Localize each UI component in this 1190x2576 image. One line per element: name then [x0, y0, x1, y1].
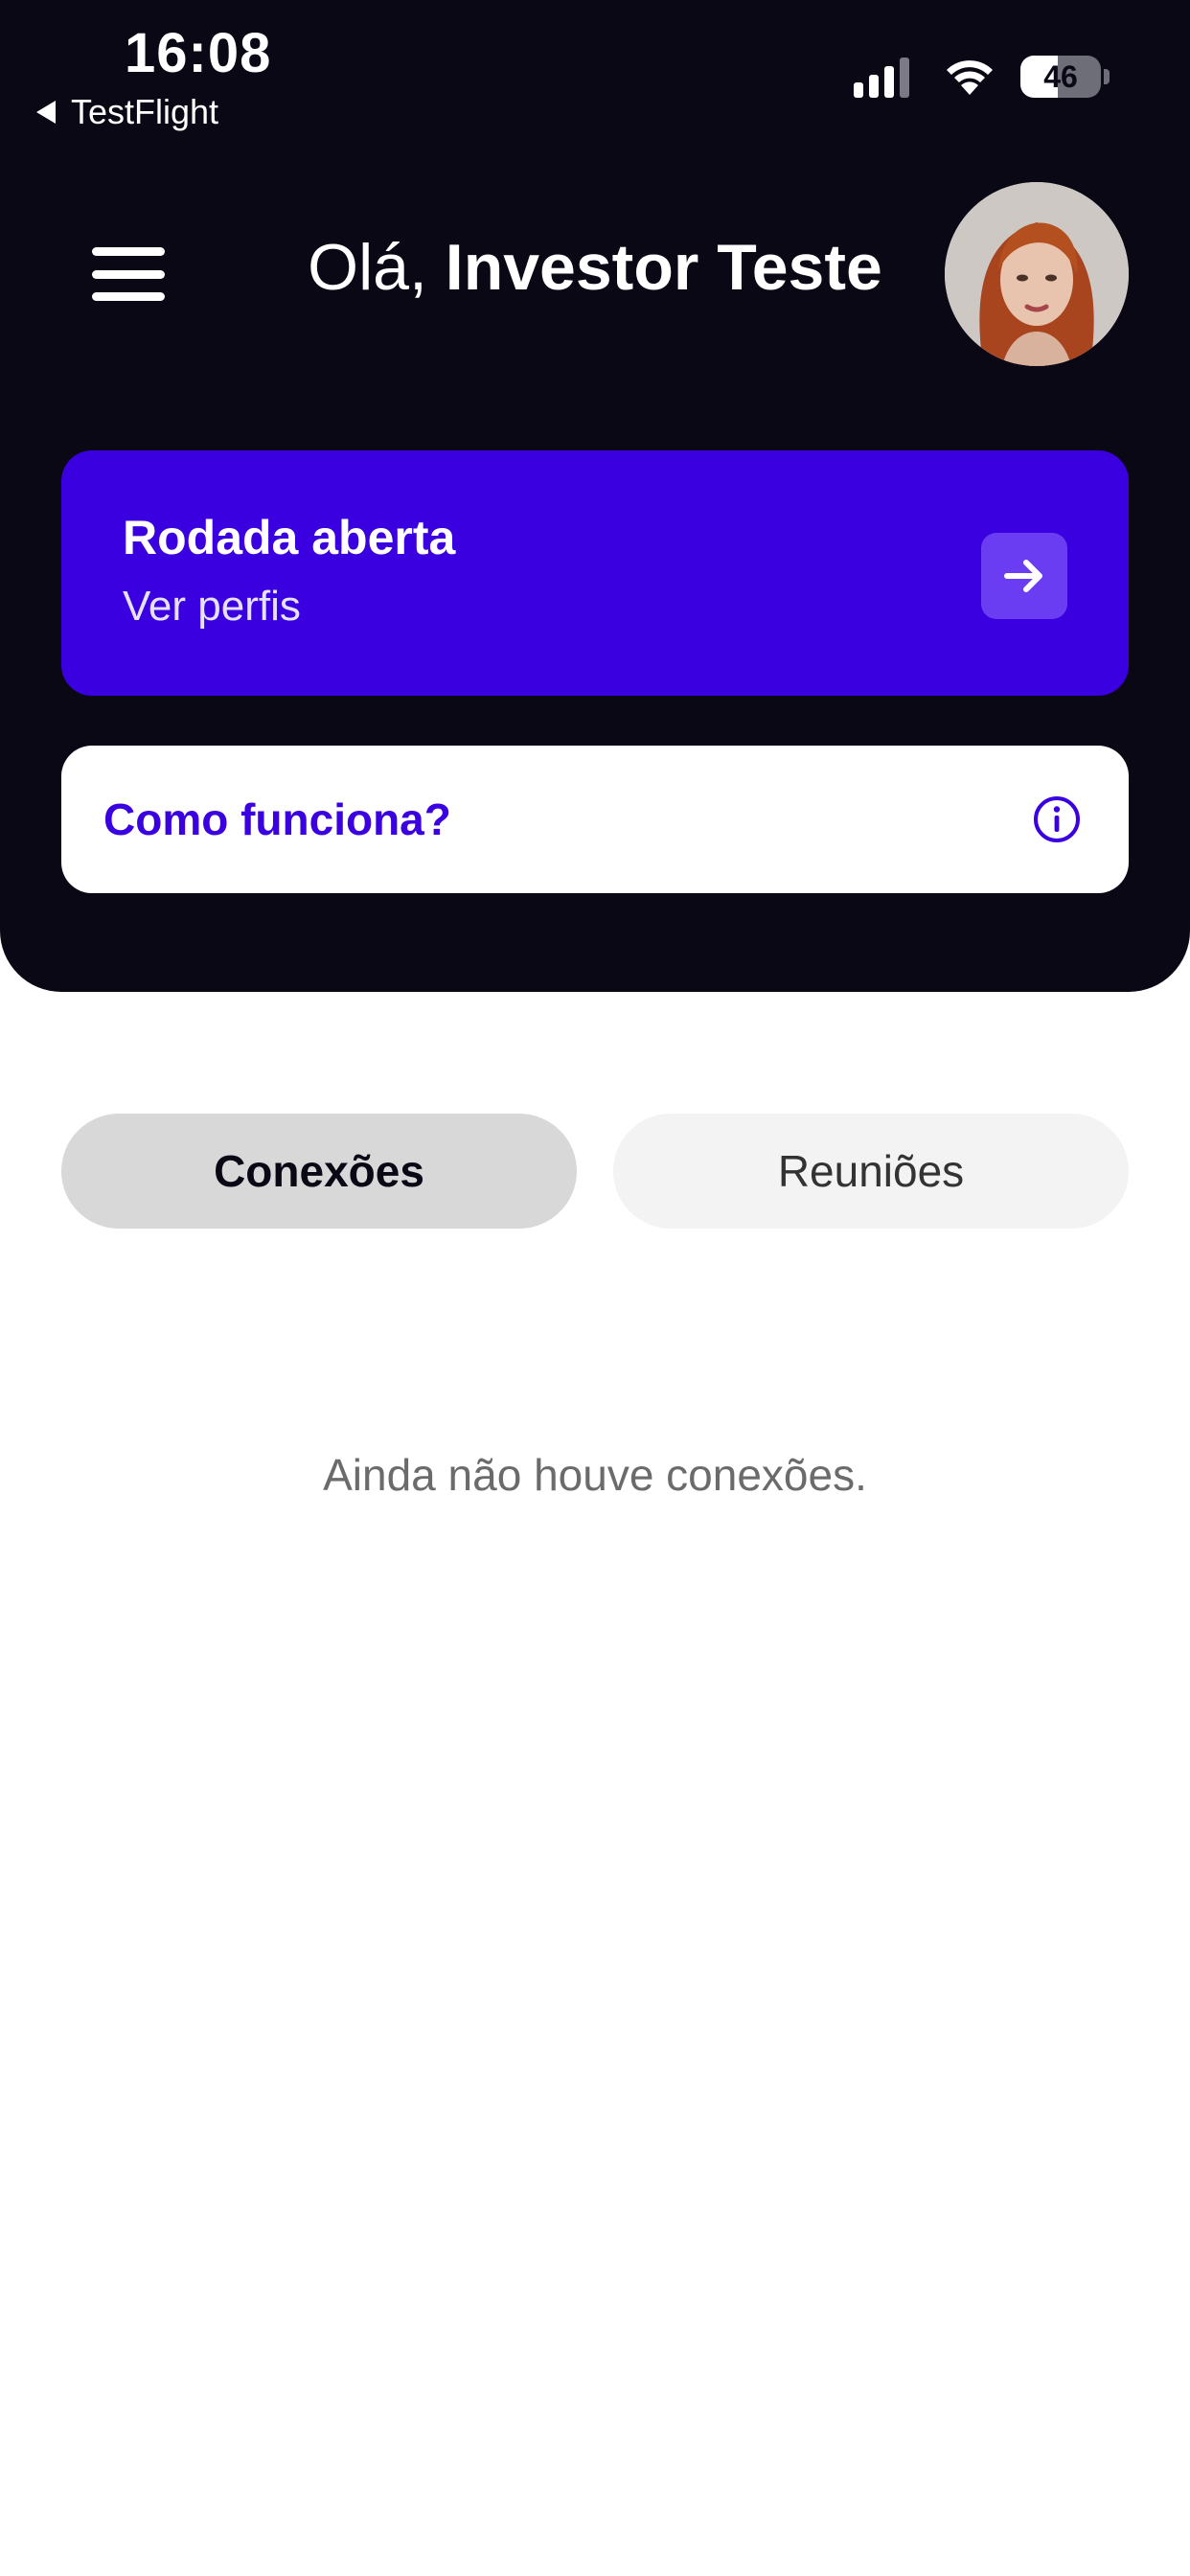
back-app-label: TestFlight	[71, 92, 219, 131]
header-panel: 16:08 TestFlight 46 Olá, Investor Teste	[0, 0, 1190, 992]
battery-tip	[1104, 69, 1110, 84]
wifi-icon	[947, 60, 993, 95]
avatar[interactable]	[945, 182, 1129, 366]
open-round-title: Rodada aberta	[123, 511, 456, 564]
status-indicators: 46	[854, 56, 1110, 98]
tab-meetings[interactable]: Reuniões	[613, 1114, 1129, 1229]
status-time: 16:08	[125, 22, 272, 84]
battery-percent: 46	[1043, 58, 1078, 94]
view-profiles-subtitle: Ver perfis	[123, 583, 301, 630]
info-icon	[1034, 796, 1080, 842]
battery-icon: 46	[1020, 56, 1101, 98]
cellular-signal-icon	[854, 56, 915, 98]
arrow-right-icon[interactable]	[981, 533, 1067, 619]
back-to-app-link[interactable]: TestFlight	[36, 92, 218, 132]
greeting-prefix: Olá,	[308, 231, 427, 304]
open-round-card[interactable]: Rodada aberta Ver perfis	[61, 450, 1129, 696]
avatar-photo	[945, 182, 1129, 366]
how-it-works-card[interactable]: Como funciona?	[61, 746, 1129, 893]
back-triangle-icon	[36, 101, 56, 124]
empty-state-message: Ainda não houve conexões.	[323, 1450, 867, 1500]
user-name: Investor Teste	[445, 231, 882, 304]
how-it-works-label: Como funciona?	[103, 794, 451, 844]
tab-connections[interactable]: Conexões	[61, 1114, 577, 1229]
